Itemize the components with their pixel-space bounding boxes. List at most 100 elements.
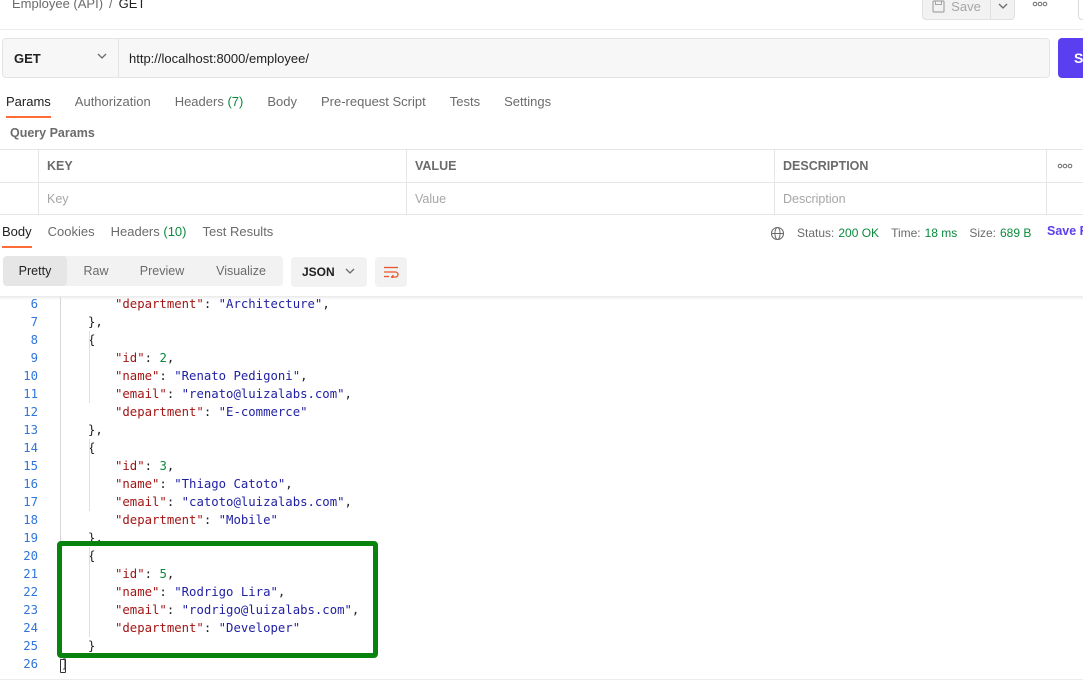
tab-cookies[interactable]: Cookies [48,224,95,248]
line-number: 11 [23,387,38,401]
tab-response-body[interactable]: Body [2,224,32,248]
url-input[interactable]: http://localhost:8000/employee/ [118,38,1050,78]
send-label: S [1074,50,1083,66]
tab-authorization[interactable]: Authorization [75,94,151,118]
json-punctuation: , [166,351,175,365]
time-value[interactable]: 18 ms [925,226,958,240]
chevron-down-icon [97,53,107,59]
tab-tests[interactable]: Tests [450,94,480,118]
view-visualize[interactable]: Visualize [199,256,283,286]
line-content: "department": "E-commerce" [115,403,308,421]
tab-label: Pre-request Script [320,94,426,109]
json-key: "email" [115,495,167,509]
json-punctuation: : [166,495,182,509]
status-value[interactable]: 200 OK [838,226,879,240]
more-horizontal-icon [1032,1,1048,7]
tab-label: Params [6,94,51,109]
line-content: "name": "Renato Pedigoni", [115,367,308,385]
json-punctuation: : [159,369,175,383]
json-punctuation: }, [88,315,103,329]
side-panel-toggle[interactable] [1078,0,1083,20]
json-string: "Renato Pedigoni" [174,369,301,383]
tab-label: Cookies [47,224,95,239]
json-string: "Thiago Catoto" [174,477,286,491]
save-label: Save [951,0,981,14]
tab-body[interactable]: Body [267,94,297,118]
checkbox-column [0,150,38,182]
json-number: 2 [159,351,167,365]
tab-label: Headers [110,224,160,239]
tab-test-results[interactable]: Test Results [203,224,274,248]
tab-label: Authorization [74,94,151,109]
tab-count: (7) [227,94,244,109]
tab-response-headers[interactable]: Headers (10) [111,224,187,248]
code-line: 7}, [0,313,1083,331]
json-key: "id" [115,459,145,473]
line-number: 15 [23,459,38,473]
save-dropdown-button[interactable] [991,0,1014,19]
send-button[interactable]: S [1058,38,1083,78]
view-raw[interactable]: Raw [67,256,125,286]
json-punctuation: , [344,387,352,401]
divider [0,679,1083,680]
globe-icon[interactable] [770,226,785,241]
json-string: "Mobile" [218,513,278,527]
format-label: JSON [302,265,335,279]
json-string: "Architecture" [218,297,323,311]
line-number: 19 [23,531,38,545]
line-number: 8 [30,333,38,347]
response-meta: Status: 200 OK Time: 18 ms Size: 689 B [770,224,1043,242]
size-value[interactable]: 689 B [1000,226,1031,240]
key-input[interactable]: Key [38,183,406,215]
tab-settings[interactable]: Settings [504,94,551,118]
highlight-box [57,541,378,658]
json-punctuation: : [203,297,219,311]
tab-count: (10) [163,224,187,239]
line-number: 22 [23,585,38,599]
line-content: "name": "Thiago Catoto", [115,475,293,493]
code-line: 8{ [0,331,1083,349]
json-number: 3 [159,459,167,473]
table-header-row: KEY VALUE DESCRIPTION [0,149,1083,182]
view-preview[interactable]: Preview [125,256,199,286]
bulk-edit-button[interactable] [1046,150,1083,182]
request-header-bar: Employee (API) / GET Save [0,0,1083,30]
request-tabs: Params Authorization Headers (7) Body Pr… [6,94,575,118]
value-input[interactable]: Value [406,183,774,215]
save-icon [932,0,945,13]
tab-label: Tests [449,94,481,109]
json-punctuation: , [322,297,330,311]
line-number: 16 [23,477,38,491]
more-horizontal-icon [1057,163,1073,169]
json-punctuation: : [144,459,160,473]
json-punctuation: }, [88,423,103,437]
breadcrumb-collection[interactable]: Employee (API) [12,0,103,11]
breadcrumb-request[interactable]: GET [119,0,146,11]
json-punctuation: : [159,477,175,491]
line-number: 14 [23,441,38,455]
view-pretty[interactable]: Pretty [3,256,67,286]
tab-params[interactable]: Params [6,94,51,118]
code-line: 11 "email": "renato@luizalabs.com", [0,385,1083,403]
wrap-lines-button[interactable] [375,257,407,287]
tab-label: Settings [504,94,552,109]
tab-label: Body [2,224,32,239]
json-punctuation: , [166,459,175,473]
method-select[interactable]: GET [2,38,118,78]
line-content: "email": "renato@luizalabs.com", [115,385,352,403]
chevron-down-icon [345,268,355,274]
json-punctuation: : [203,405,219,419]
code-line: 17 "email": "catoto@luizalabs.com", [0,493,1083,511]
tab-headers[interactable]: Headers (7) [175,94,244,118]
line-content: }, [88,313,103,331]
code-line: 14{ [0,439,1083,457]
tab-label: Test Results [202,224,274,239]
format-select[interactable]: JSON [291,257,367,287]
line-number: 10 [23,369,38,383]
more-options-button[interactable] [1026,0,1054,14]
wrap-lines-icon [384,266,399,278]
tab-pre-request-script[interactable]: Pre-request Script [321,94,426,118]
save-response-button[interactable]: Save R [1047,224,1083,238]
description-input[interactable]: Description [774,183,1046,215]
save-button[interactable]: Save [923,0,991,19]
